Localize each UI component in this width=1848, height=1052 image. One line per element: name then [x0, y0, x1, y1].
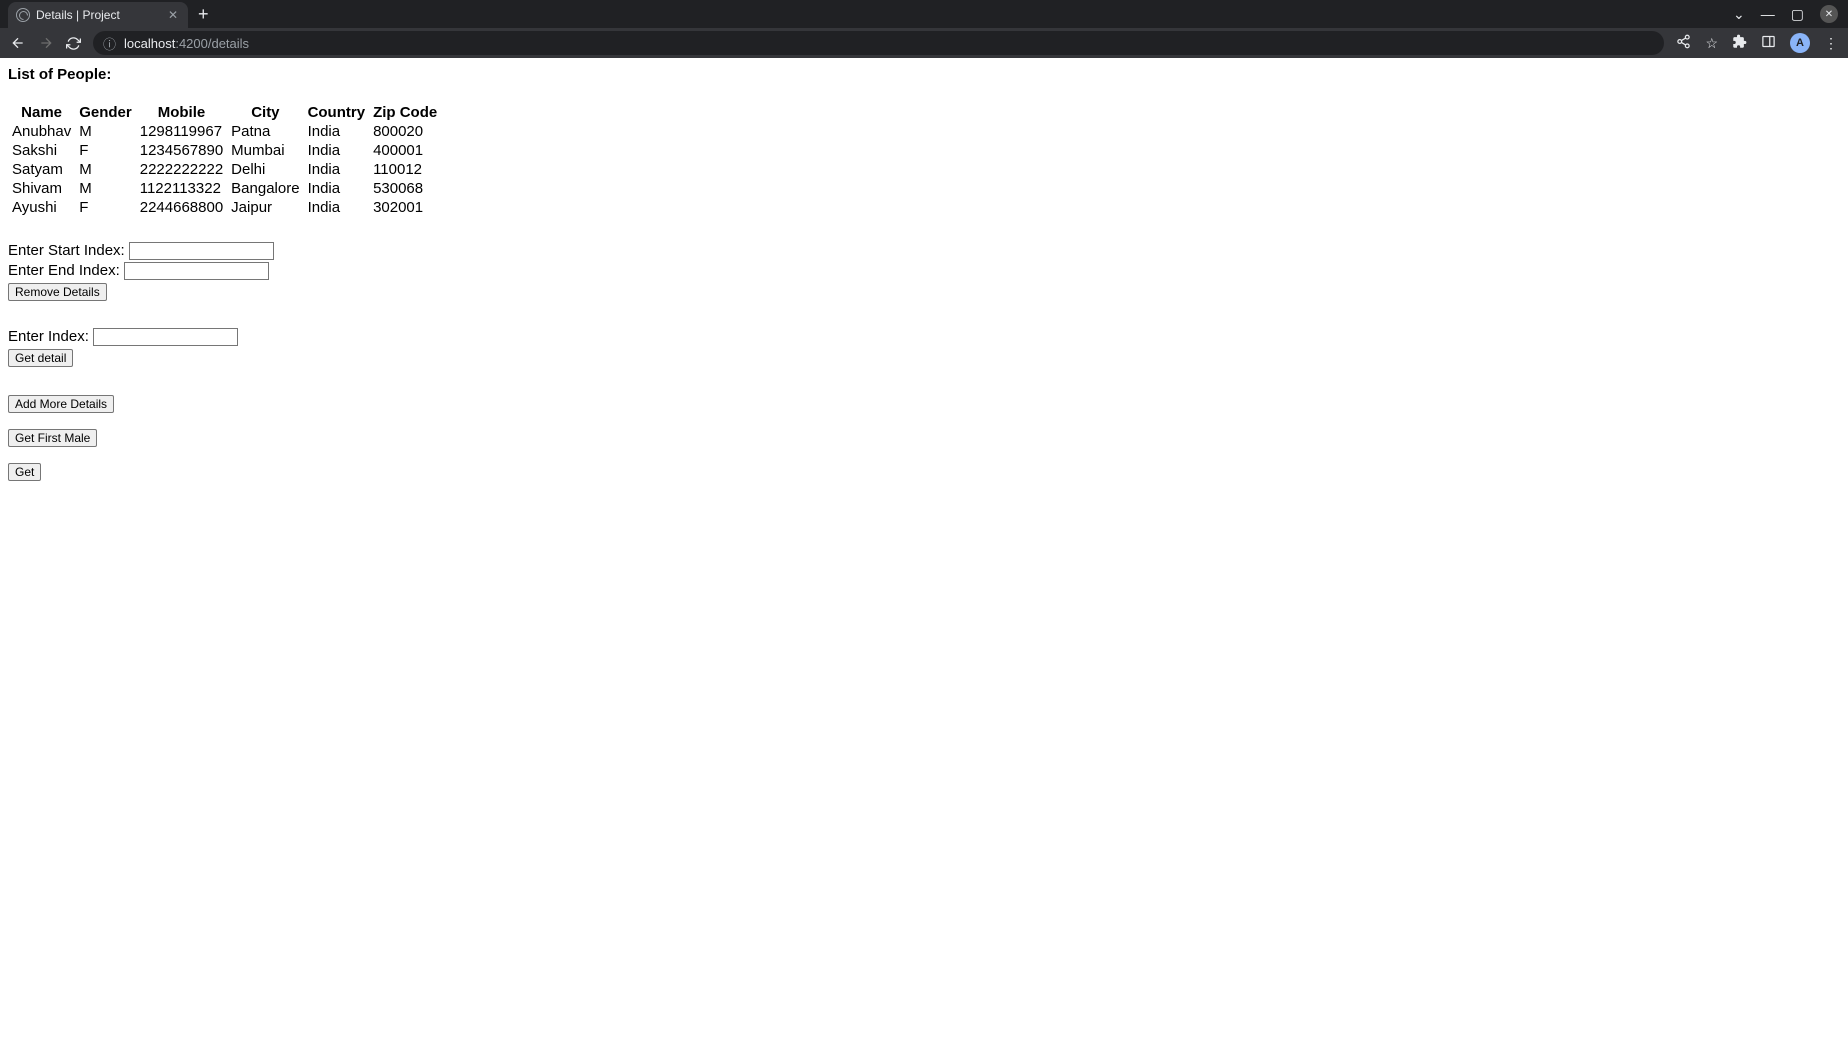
table-cell: Jaipur: [227, 198, 303, 217]
table-cell: Ayushi: [8, 198, 75, 217]
table-cell: India: [304, 122, 370, 141]
url-text: localhost:4200/details: [124, 36, 249, 51]
start-index-input[interactable]: [129, 242, 274, 260]
table-row: SatyamM2222222222DelhiIndia110012: [8, 160, 441, 179]
extensions-icon[interactable]: [1732, 34, 1747, 52]
window-close-icon[interactable]: ✕: [1820, 5, 1838, 23]
table-cell: Satyam: [8, 160, 75, 179]
index-input[interactable]: [93, 328, 238, 346]
table-row: AnubhavM1298119967PatnaIndia800020: [8, 122, 441, 141]
table-cell: 110012: [369, 160, 441, 179]
browser-toolbar: ⓘ localhost:4200/details ☆ A ⋮: [0, 28, 1848, 58]
toolbar-right-icons: ☆ A ⋮: [1676, 33, 1838, 53]
table-cell: Sakshi: [8, 141, 75, 160]
table-cell: 2244668800: [136, 198, 227, 217]
new-tab-button[interactable]: +: [198, 4, 209, 25]
menu-dots-icon[interactable]: ⋮: [1824, 35, 1838, 52]
window-controls: ⌄ — ▢ ✕: [1733, 5, 1848, 23]
table-cell: 1298119967: [136, 122, 227, 141]
get-first-male-button[interactable]: Get First Male: [8, 429, 97, 447]
browser-chrome: Details | Project ✕ + ⌄ — ▢ ✕ ⓘ localhos…: [0, 0, 1848, 58]
table-row: AyushiF2244668800JaipurIndia302001: [8, 198, 441, 217]
index-row: Enter Index:: [8, 327, 1840, 347]
table-cell: 1234567890: [136, 141, 227, 160]
table-cell: 1122113322: [136, 179, 227, 198]
table-cell: India: [304, 179, 370, 198]
address-bar[interactable]: ⓘ localhost:4200/details: [93, 31, 1664, 55]
table-cell: M: [75, 179, 136, 198]
profile-avatar[interactable]: A: [1790, 33, 1810, 53]
table-cell: India: [304, 141, 370, 160]
col-gender: Gender: [75, 103, 136, 122]
tab-bar: Details | Project ✕ + ⌄ — ▢ ✕: [0, 0, 1848, 28]
people-table: Name Gender Mobile City Country Zip Code…: [8, 103, 441, 217]
table-row: ShivamM1122113322BangaloreIndia530068: [8, 179, 441, 198]
table-cell: 530068: [369, 179, 441, 198]
browser-tab[interactable]: Details | Project ✕: [8, 2, 188, 28]
back-icon[interactable]: [10, 35, 26, 51]
col-country: Country: [304, 103, 370, 122]
forward-icon[interactable]: [38, 35, 54, 51]
end-index-input[interactable]: [124, 262, 269, 280]
close-tab-icon[interactable]: ✕: [168, 8, 178, 22]
col-city: City: [227, 103, 303, 122]
table-cell: Bangalore: [227, 179, 303, 198]
maximize-icon[interactable]: ▢: [1791, 6, 1804, 23]
table-cell: Patna: [227, 122, 303, 141]
globe-icon: [16, 8, 30, 22]
col-name: Name: [8, 103, 75, 122]
end-index-label: Enter End Index:: [8, 262, 124, 279]
end-index-row: Enter End Index:: [8, 261, 1840, 281]
start-index-row: Enter Start Index:: [8, 241, 1840, 261]
table-row: SakshiF1234567890MumbaiIndia400001: [8, 141, 441, 160]
table-cell: M: [75, 122, 136, 141]
table-cell: India: [304, 160, 370, 179]
info-icon[interactable]: ⓘ: [103, 34, 116, 53]
page-title: List of People:: [8, 66, 1840, 83]
table-cell: Anubhav: [8, 122, 75, 141]
get-detail-button[interactable]: Get detail: [8, 349, 73, 367]
table-cell: Delhi: [227, 160, 303, 179]
reload-icon[interactable]: [66, 36, 81, 51]
get-button[interactable]: Get: [8, 463, 41, 481]
table-cell: 400001: [369, 141, 441, 160]
page-content: List of People: Name Gender Mobile City …: [0, 58, 1848, 489]
col-mobile: Mobile: [136, 103, 227, 122]
table-cell: Shivam: [8, 179, 75, 198]
add-more-details-button[interactable]: Add More Details: [8, 395, 114, 413]
table-cell: Mumbai: [227, 141, 303, 160]
table-cell: India: [304, 198, 370, 217]
table-cell: F: [75, 141, 136, 160]
minimize-icon[interactable]: —: [1761, 6, 1775, 22]
table-cell: 2222222222: [136, 160, 227, 179]
start-index-label: Enter Start Index:: [8, 242, 129, 259]
table-header-row: Name Gender Mobile City Country Zip Code: [8, 103, 441, 122]
col-zipcode: Zip Code: [369, 103, 441, 122]
share-icon[interactable]: [1676, 34, 1691, 52]
tab-title: Details | Project: [36, 8, 120, 22]
bookmark-star-icon[interactable]: ☆: [1705, 35, 1718, 52]
table-cell: 800020: [369, 122, 441, 141]
table-cell: M: [75, 160, 136, 179]
remove-details-button[interactable]: Remove Details: [8, 283, 107, 301]
side-panel-icon[interactable]: [1761, 34, 1776, 52]
table-cell: F: [75, 198, 136, 217]
chevron-down-icon[interactable]: ⌄: [1733, 6, 1745, 23]
table-cell: 302001: [369, 198, 441, 217]
index-label: Enter Index:: [8, 328, 93, 345]
